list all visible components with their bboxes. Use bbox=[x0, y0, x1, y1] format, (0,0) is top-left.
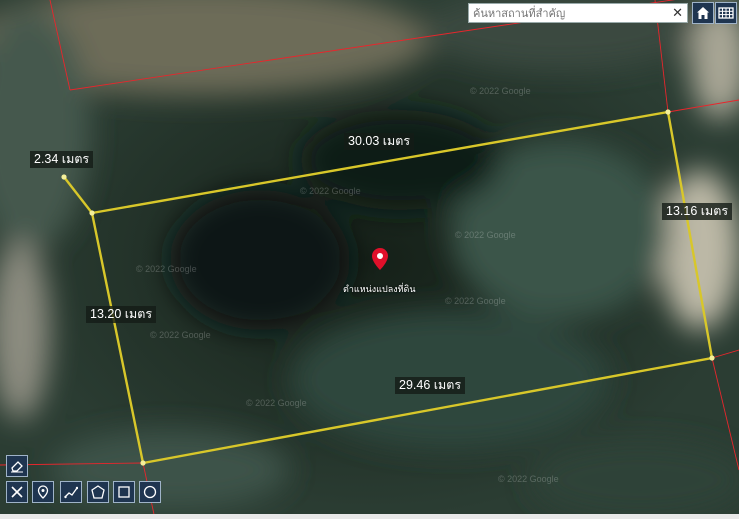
map-watermark: © 2022 Google bbox=[246, 398, 307, 408]
map-watermark: © 2022 Google bbox=[498, 474, 559, 484]
search-input[interactable] bbox=[469, 5, 667, 23]
rectangle-icon bbox=[118, 486, 130, 498]
measure-label-left: 13.20 เมตร bbox=[86, 306, 157, 323]
measure-label-bottom: 29.46 เมตร bbox=[395, 377, 466, 394]
map-watermark: © 2022 Google bbox=[470, 86, 531, 96]
polygon-button[interactable] bbox=[87, 481, 109, 503]
map-watermark: © 2022 Google bbox=[136, 264, 197, 274]
polyline-button[interactable] bbox=[60, 481, 82, 503]
map-watermark: © 2022 Google bbox=[150, 330, 211, 340]
clear-search-button[interactable]: ✕ bbox=[672, 5, 683, 21]
polygon-icon bbox=[91, 485, 105, 499]
clear-measure-button[interactable] bbox=[6, 481, 28, 503]
polyline-icon bbox=[64, 486, 78, 499]
home-icon bbox=[697, 7, 709, 19]
satellite-map[interactable] bbox=[0, 0, 739, 519]
search-box: ✕ bbox=[468, 3, 688, 23]
bottom-edge-bar bbox=[0, 514, 739, 519]
map-watermark: © 2022 Google bbox=[445, 296, 506, 306]
measure-label-top: 30.03 เมตร bbox=[344, 133, 415, 150]
pin-icon bbox=[37, 485, 49, 499]
map-watermark: © 2022 Google bbox=[300, 186, 361, 196]
measure-label-right: 13.16 เมตร bbox=[662, 203, 733, 220]
grid-button[interactable] bbox=[715, 2, 737, 24]
grid-icon bbox=[718, 7, 734, 19]
circle-icon bbox=[143, 485, 157, 499]
rectangle-button[interactable] bbox=[113, 481, 135, 503]
measure-label-extra: 2.34 เมตร bbox=[30, 151, 94, 168]
marker-label: ตำแหน่งแปลงที่ดิน bbox=[343, 284, 416, 294]
clear-measure-icon bbox=[11, 486, 23, 498]
eraser-icon bbox=[11, 461, 23, 473]
eraser-button[interactable] bbox=[6, 455, 28, 477]
map-watermark: © 2022 Google bbox=[455, 230, 516, 240]
circle-button[interactable] bbox=[139, 481, 161, 503]
pin-button[interactable] bbox=[32, 481, 54, 503]
home-button[interactable] bbox=[692, 2, 714, 24]
